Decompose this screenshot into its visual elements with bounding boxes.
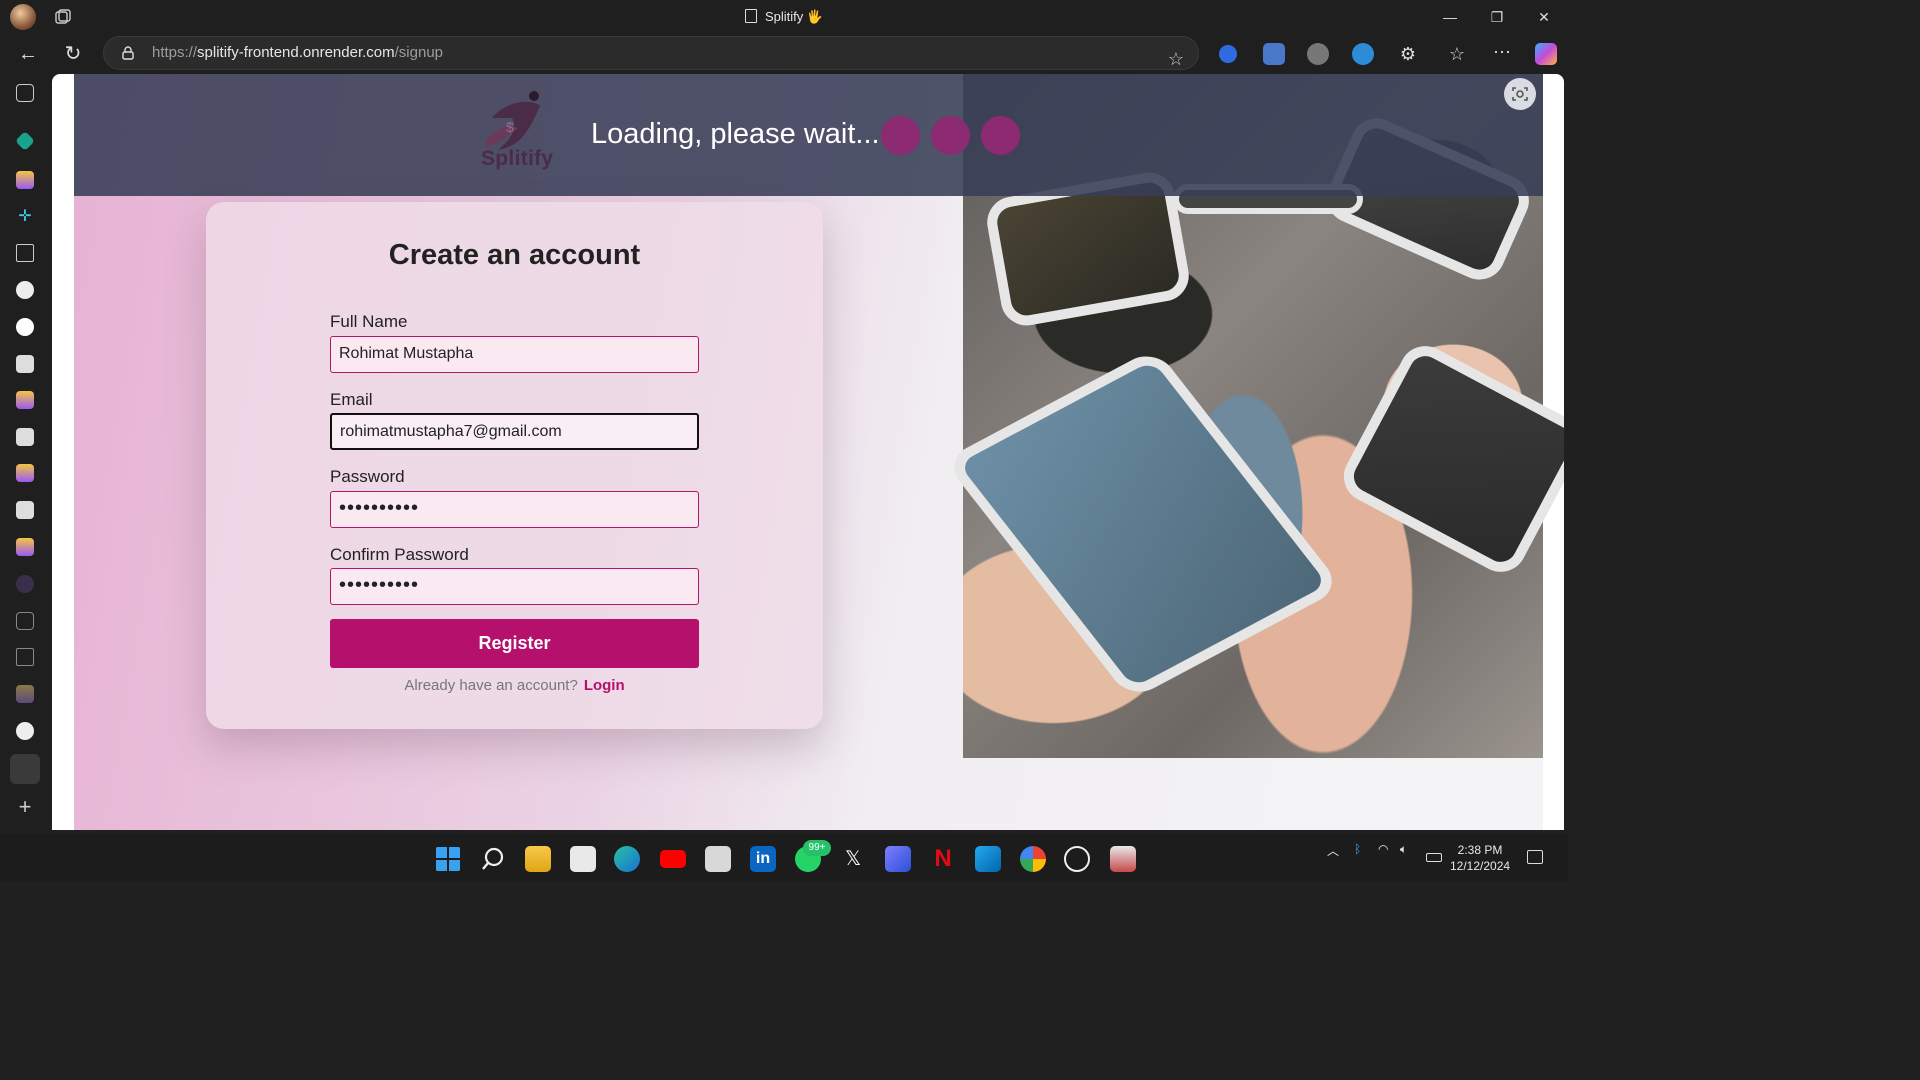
sidebar-app-vite-icon[interactable]	[16, 171, 34, 189]
refresh-button[interactable]: ↻	[60, 42, 86, 66]
signup-page: $ Splitify Loading, please wait... Creat…	[74, 74, 1564, 830]
linkedin-icon[interactable]: in	[750, 846, 776, 872]
volume-icon[interactable]: 🔈︎	[1400, 842, 1407, 857]
visual-search-button[interactable]	[1504, 78, 1536, 110]
login-prompt: Already have an account? Login	[206, 677, 823, 694]
minimize-button[interactable]: —	[1436, 6, 1464, 28]
extension-glasses-icon[interactable]	[1307, 43, 1329, 65]
signup-card: Create an account Full Name Rohimat Must…	[206, 202, 823, 729]
brand-name: Splitify	[481, 147, 554, 170]
notifications-icon[interactable]	[1527, 850, 1543, 864]
browser-sidebar: ✛ +	[0, 74, 52, 834]
confirm-password-label: Confirm Password	[330, 545, 469, 564]
mail-icon[interactable]	[705, 846, 731, 872]
sidebar-app-dark-icon[interactable]	[16, 575, 34, 593]
snipping-tool-icon[interactable]	[1110, 846, 1136, 872]
sidebar-app-vite-icon-4[interactable]	[16, 538, 34, 556]
confirm-password-field[interactable]: ••••••••••	[330, 568, 699, 605]
tab-title[interactable]: Splitify 🖐	[0, 9, 1568, 25]
sidebar-app-vite-icon-2[interactable]	[16, 391, 34, 409]
whatsapp-badge: 99+	[803, 840, 831, 856]
extension-edit-icon[interactable]	[1263, 43, 1285, 65]
visual-search-icon	[1512, 87, 1528, 101]
bluetooth-icon[interactable]: ᛒ	[1354, 842, 1361, 856]
close-window-button[interactable]: ✕	[1530, 6, 1558, 28]
browser-title-bar: Splitify 🖐 — ❐ ✕	[0, 0, 1568, 34]
back-button[interactable]: ←	[15, 42, 41, 66]
vscode-icon[interactable]	[975, 846, 1001, 872]
github-icon[interactable]	[16, 722, 34, 740]
windows-start-icon[interactable]	[435, 846, 461, 872]
clock-time: 2:38 PM	[1457, 843, 1503, 857]
file-explorer-icon[interactable]	[525, 846, 551, 872]
sidebar-app-image-icon[interactable]	[16, 355, 34, 373]
system-clock[interactable]: 2:38 PM 12/12/2024	[1450, 842, 1510, 874]
phone-image-part	[1334, 337, 1564, 581]
extensions-puzzle-icon[interactable]: ⚙	[1397, 43, 1419, 65]
password-field[interactable]: ••••••••••	[330, 491, 699, 528]
restore-button[interactable]: ❐	[1483, 6, 1511, 28]
sidebar-app-image-icon-3[interactable]	[16, 501, 34, 519]
sidebar-app-sparkle-icon[interactable]: ✛	[16, 208, 34, 226]
svg-text:$: $	[506, 119, 514, 135]
sidebar-app-vite-icon-5[interactable]	[16, 685, 34, 703]
sidebar-app-circle-icon[interactable]	[16, 281, 34, 299]
sidebar-app-gear-page-icon[interactable]	[16, 612, 34, 630]
register-button[interactable]: Register	[330, 619, 699, 668]
youtube-icon[interactable]	[660, 850, 686, 868]
x-twitter-icon[interactable]: 𝕏	[840, 846, 866, 872]
sidebar-app-image-icon-2[interactable]	[16, 428, 34, 446]
loading-header: $ Splitify Loading, please wait...	[74, 74, 1543, 196]
email-label: Email	[330, 390, 373, 409]
sidebar-page-icon[interactable]	[16, 244, 34, 262]
full-name-label: Full Name	[330, 312, 408, 331]
clock-date: 12/12/2024	[1450, 859, 1511, 873]
tab-actions-icon[interactable]	[16, 84, 34, 102]
email-field[interactable]: rohimatmustapha7@gmail.com	[330, 413, 699, 450]
loading-dot	[931, 116, 970, 155]
form-title: Create an account	[388, 239, 641, 271]
sidebar-active-page-icon[interactable]	[10, 754, 40, 784]
search-icon[interactable]	[480, 846, 506, 872]
sidebar-app-vite-icon-3[interactable]	[16, 464, 34, 482]
favorites-icon[interactable]: ☆	[1446, 43, 1468, 65]
copilot-icon[interactable]	[1535, 43, 1557, 65]
google-photos-icon[interactable]	[1020, 846, 1046, 872]
netflix-icon[interactable]: N	[930, 846, 956, 872]
web-content: $ Splitify Loading, please wait... Creat…	[52, 74, 1564, 830]
sidebar-page-icon-2[interactable]	[16, 648, 34, 666]
page-icon	[744, 9, 757, 23]
full-name-field[interactable]: Rohimat Mustapha	[330, 336, 699, 373]
url-field[interactable]: https://splitify-frontend.onrender.com/s…	[103, 36, 1199, 70]
favorite-star-icon[interactable]: ☆	[1168, 43, 1184, 75]
already-have-account-text: Already have an account?	[404, 677, 578, 694]
edge-browser-icon[interactable]	[614, 846, 640, 872]
wifi-icon[interactable]: ◠	[1378, 842, 1388, 856]
lock-icon	[122, 46, 134, 60]
battery-icon[interactable]	[1426, 853, 1442, 862]
chatgpt-icon[interactable]	[1064, 846, 1090, 872]
extension-fi-icon[interactable]	[1352, 43, 1374, 65]
sidebar-app-triangle-icon[interactable]	[16, 318, 34, 336]
loading-dot	[981, 116, 1020, 155]
phone-image-part	[943, 347, 1343, 701]
loading-text: Loading, please wait...	[591, 118, 880, 150]
login-link[interactable]: Login	[584, 677, 625, 694]
microsoft-store-icon[interactable]	[570, 846, 596, 872]
address-bar-row: ← ↻ https://splitify-frontend.onrender.c…	[0, 34, 1568, 74]
add-sidebar-app-icon[interactable]: +	[16, 796, 34, 818]
app-hexagon-icon[interactable]	[885, 846, 911, 872]
password-label: Password	[330, 467, 405, 486]
sidebar-app-diamond-icon[interactable]	[15, 131, 35, 151]
show-hidden-icons-icon[interactable]: ︿	[1327, 842, 1339, 859]
more-menu-icon[interactable]: ⋯	[1491, 43, 1513, 65]
loading-dot	[881, 116, 920, 155]
extension-blue-dot-icon[interactable]	[1219, 45, 1237, 63]
